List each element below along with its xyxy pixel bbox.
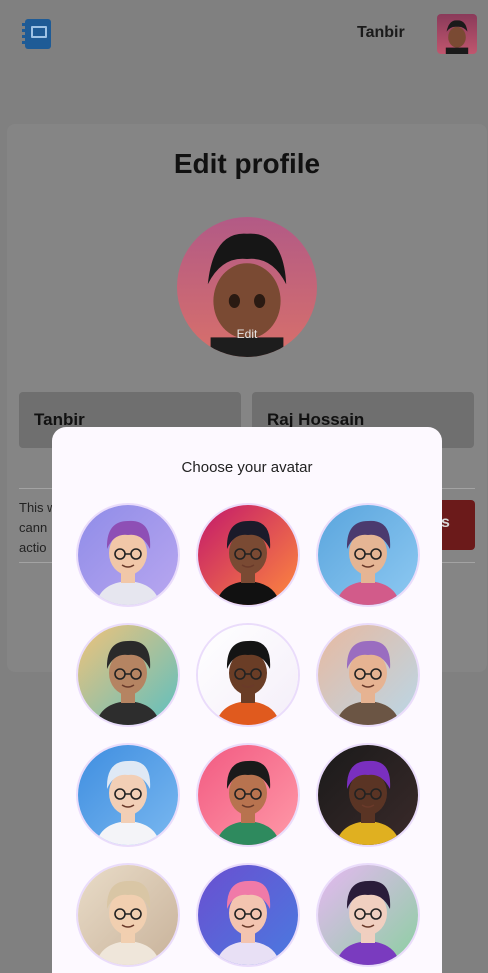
avatar-option-5[interactable] (196, 623, 300, 727)
avatar-option-1[interactable] (76, 503, 180, 607)
avatar-portrait (78, 865, 178, 965)
avatar-portrait (318, 625, 418, 725)
avatar-portrait (78, 625, 178, 725)
avatar-portrait (78, 745, 178, 845)
avatar-option-11[interactable] (196, 863, 300, 967)
edit-avatar-label[interactable]: Edit (177, 327, 317, 341)
profile-avatar[interactable]: Edit (177, 217, 317, 357)
avatar-portrait (198, 745, 298, 845)
avatar-option-3[interactable] (316, 503, 420, 607)
avatar-option-8[interactable] (196, 743, 300, 847)
avatar-portrait (318, 745, 418, 845)
avatar-portrait (318, 865, 418, 965)
avatar-option-6[interactable] (316, 623, 420, 727)
choose-avatar-modal: Choose your avatar (52, 427, 442, 973)
avatar-portrait (318, 505, 418, 605)
page-title: Edit profile (173, 148, 321, 179)
avatar-option-2[interactable] (196, 503, 300, 607)
header-username: Tanbir (357, 24, 405, 41)
avatar-option-4[interactable] (76, 623, 180, 727)
avatar-portrait (198, 625, 298, 725)
avatar-option-12[interactable] (316, 863, 420, 967)
avatar-portrait (198, 865, 298, 965)
delete-button-label: s (441, 514, 450, 531)
avatar-portrait (198, 505, 298, 605)
modal-title: Choose your avatar (181, 459, 313, 476)
avatar-option-7[interactable] (76, 743, 180, 847)
notebook-logo-icon[interactable] (22, 19, 51, 49)
avatar-option-9[interactable] (316, 743, 420, 847)
header-avatar[interactable] (437, 14, 477, 54)
avatar-portrait (78, 505, 178, 605)
top-bar: Tanbir (0, 0, 488, 66)
avatar-option-10[interactable] (76, 863, 180, 967)
